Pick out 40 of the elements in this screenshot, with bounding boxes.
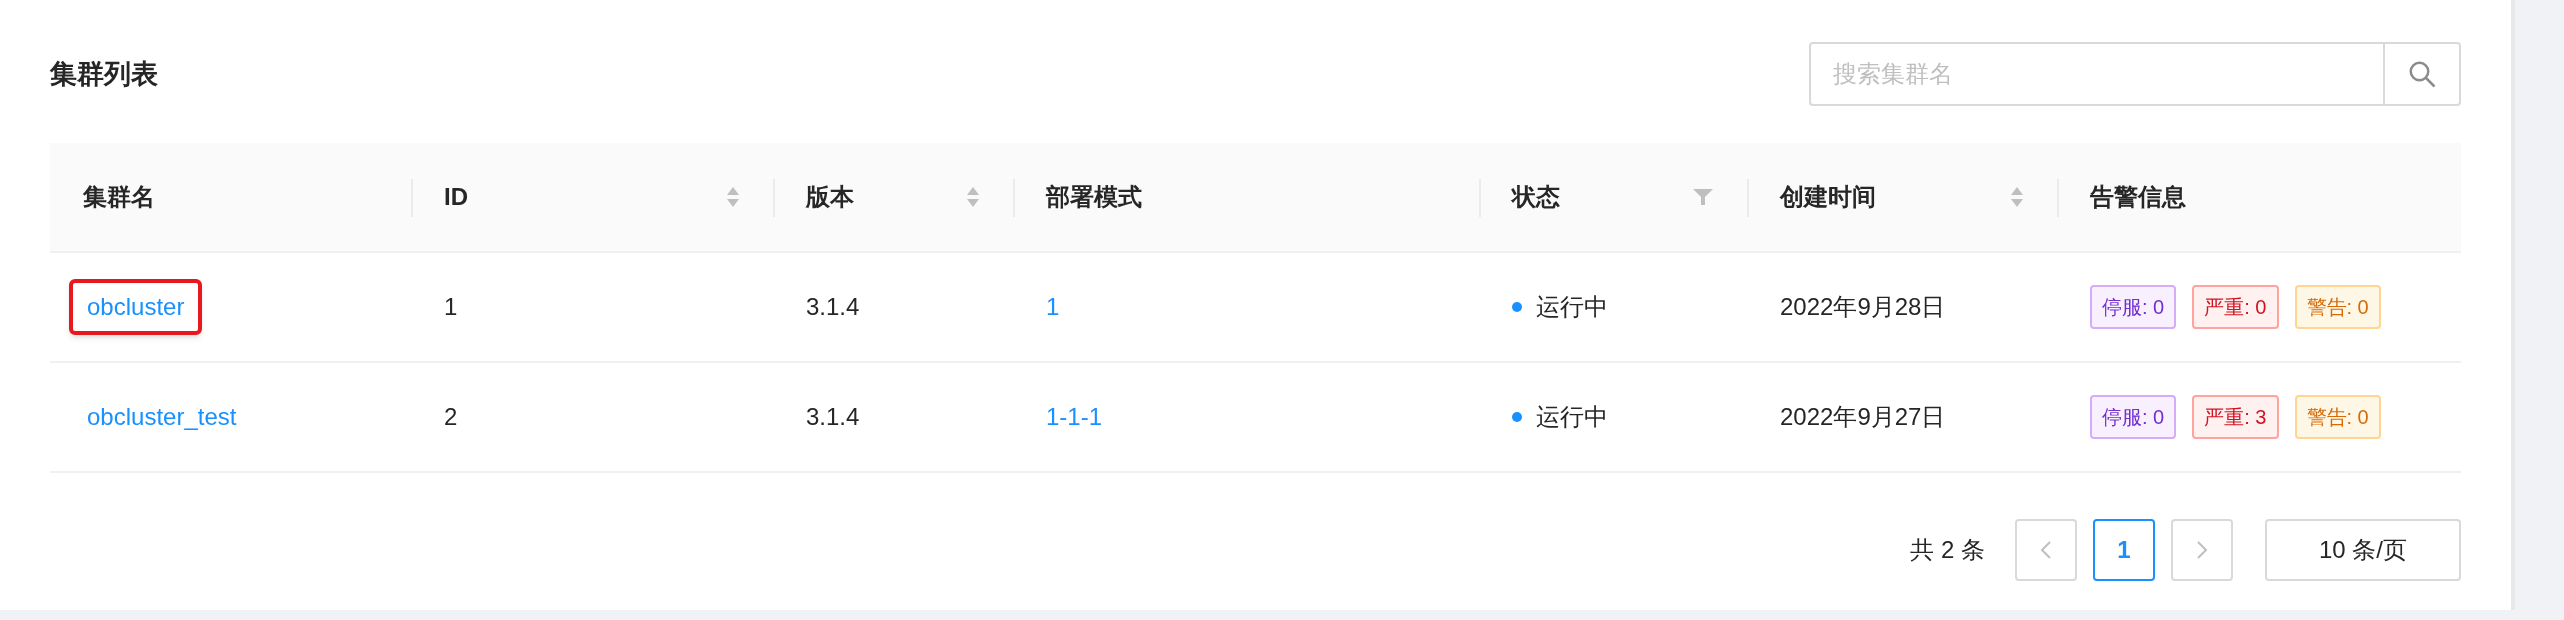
column-header: 版本 (806, 182, 855, 212)
alert-tag: 停服: 0 (2090, 395, 2177, 439)
filter-icon[interactable] (1692, 187, 1714, 207)
alert-tag: 警告: 0 (2294, 285, 2381, 329)
search-button[interactable] (2385, 42, 2461, 106)
table-cell: 1 (444, 293, 458, 320)
page-title: 集群列表 (50, 57, 158, 91)
table-cell: 2022年9月28日 (1780, 293, 1946, 320)
status-text: 运行中 (1536, 402, 1608, 432)
column-header: 告警信息 (2090, 182, 2187, 212)
page-button[interactable]: 1 (2093, 519, 2155, 581)
table-cell: 3.1.4 (806, 403, 860, 430)
column-header: 状态 (1512, 182, 1561, 212)
sort-icon[interactable] (2010, 186, 2024, 208)
alert-tag: 严重: 3 (2192, 395, 2279, 439)
cluster-link[interactable]: obcluster_test (69, 389, 255, 445)
prev-page-button[interactable] (2015, 519, 2077, 581)
alert-tag: 停服: 0 (2090, 285, 2177, 329)
table-cell: 2 (444, 403, 458, 430)
search-field[interactable]: 搜索集群名 (1809, 42, 2385, 106)
next-page-button[interactable] (2171, 519, 2233, 581)
table-cell: 2022年9月27日 (1780, 403, 1946, 430)
chevron-left-icon (2040, 540, 2052, 560)
column-header: ID (444, 182, 469, 212)
status-text: 运行中 (1536, 292, 1608, 322)
chevron-right-icon (2196, 540, 2208, 560)
column-header: 部署模式 (1046, 182, 1143, 212)
cluster-link[interactable]: obcluster (69, 279, 203, 335)
mode-link[interactable]: 1 (1046, 293, 1060, 320)
mode-link[interactable]: 1-1-1 (1046, 403, 1103, 430)
search-icon (2407, 59, 2437, 89)
column-header: 创建时间 (1780, 182, 1877, 212)
table-cell: 3.1.4 (806, 293, 860, 320)
total-count: 共 2 条 (1910, 535, 1985, 565)
column-header: 集群名 (83, 182, 156, 212)
page-size-select[interactable]: 10 条/页 (2265, 519, 2461, 581)
alert-tag: 严重: 0 (2192, 285, 2279, 329)
sort-icon[interactable] (966, 186, 980, 208)
alert-tag: 警告: 0 (2294, 395, 2381, 439)
sort-icon[interactable] (726, 186, 740, 208)
